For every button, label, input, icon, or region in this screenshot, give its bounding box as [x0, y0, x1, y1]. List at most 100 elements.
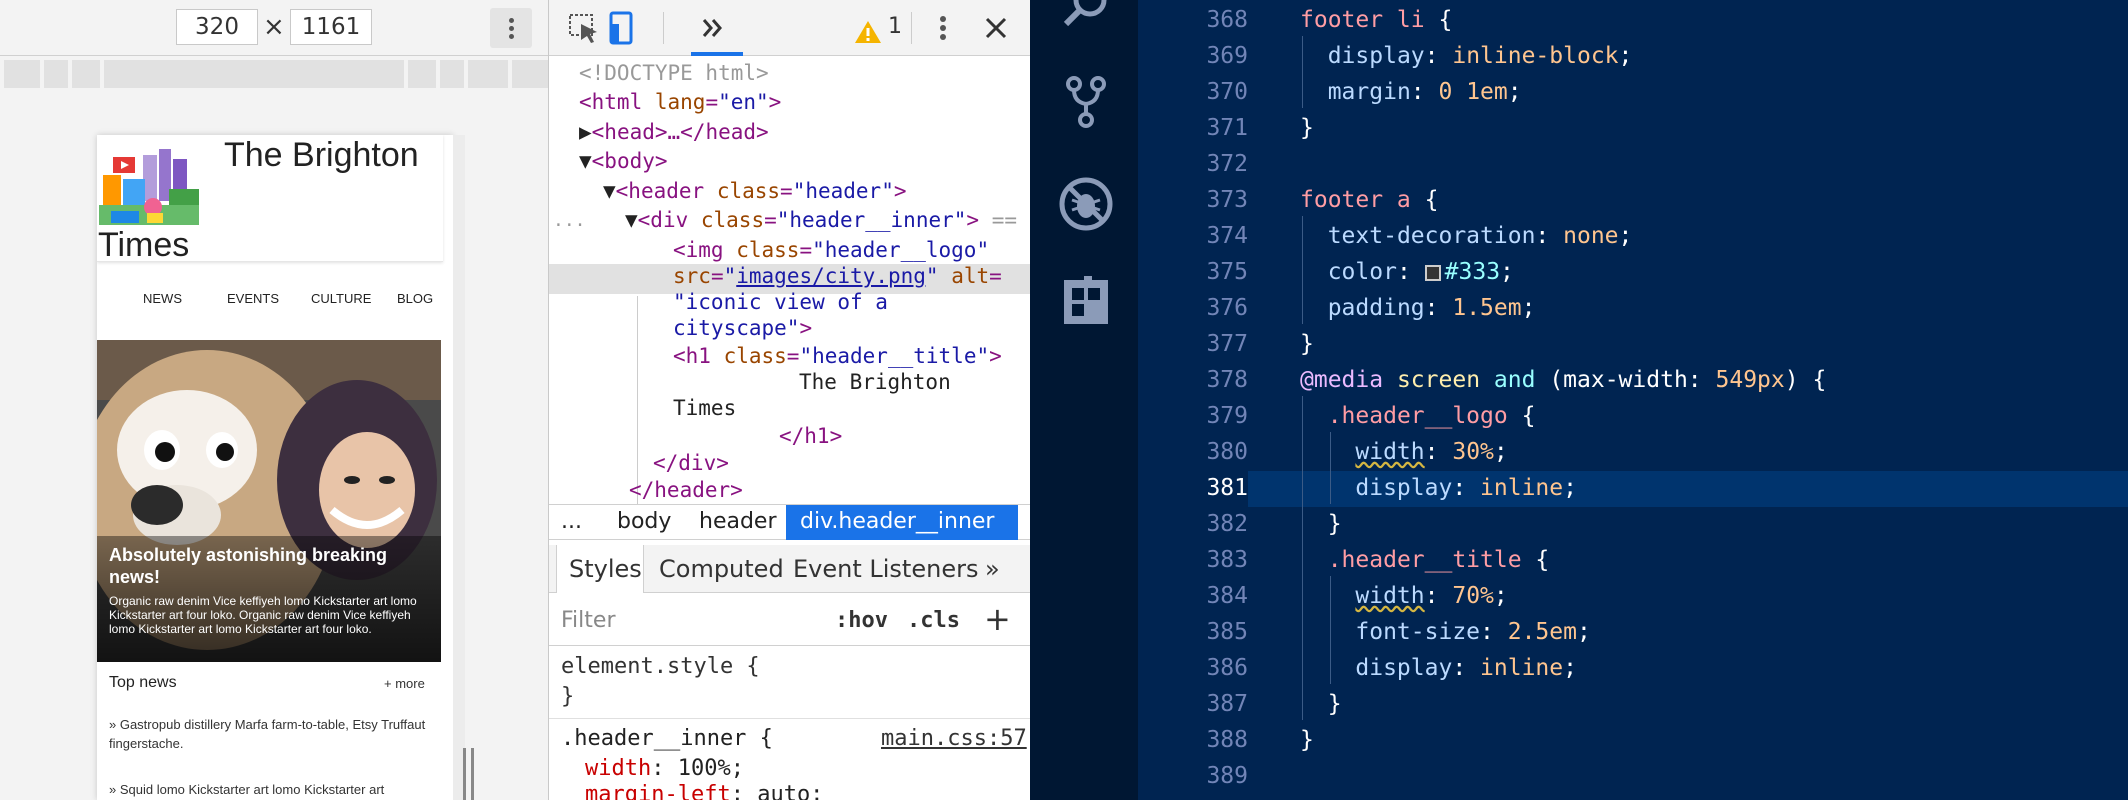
- news-list-item[interactable]: » Squid lomo Kickstarter art lomo Kickst…: [109, 780, 429, 799]
- breadcrumb-header-inner[interactable]: div.header__inner: [786, 505, 1018, 540]
- more-tabs-icon[interactable]: [699, 10, 729, 46]
- extensions-icon[interactable]: [1058, 274, 1114, 330]
- code-line-379[interactable]: .header__logo {: [1300, 398, 1536, 434]
- node-actions-ellipsis[interactable]: ...: [553, 206, 586, 236]
- media-query-bar[interactable]: [0, 58, 548, 92]
- media-query-segment[interactable]: [408, 60, 436, 88]
- height-input[interactable]: 1161: [290, 9, 372, 45]
- dom-node-head[interactable]: ▶<head>…</head>: [579, 118, 769, 148]
- code-editor[interactable]: footer li { display: inline-block; margi…: [1248, 0, 2128, 800]
- search-icon[interactable]: [1058, 0, 1114, 34]
- close-icon[interactable]: [981, 10, 1011, 46]
- property-name[interactable]: width: [585, 756, 651, 781]
- news-list-item[interactable]: » Gastropub distillery Marfa farm-to-tab…: [109, 715, 429, 753]
- more-news-link[interactable]: + more: [384, 676, 425, 691]
- nav-item-blog[interactable]: BLOG: [397, 291, 433, 306]
- inspect-element-icon[interactable]: [567, 10, 601, 46]
- code-line-384[interactable]: width: 70%;: [1300, 578, 1507, 614]
- preview-scrollbar[interactable]: [453, 135, 465, 800]
- dom-text-node[interactable]: Times: [673, 394, 736, 424]
- property-name[interactable]: margin-left: [585, 782, 731, 800]
- nav-item-events[interactable]: EVENTS: [227, 291, 279, 306]
- dom-node-img-alt-end[interactable]: cityscape">: [673, 314, 812, 344]
- code-line-385[interactable]: font-size: 2.5em;: [1300, 614, 1590, 650]
- width-input[interactable]: 320: [176, 9, 258, 45]
- tab-event-listeners[interactable]: Event Listeners: [793, 555, 978, 583]
- css-value: 70%: [1452, 583, 1494, 609]
- device-options-button[interactable]: [490, 8, 532, 48]
- media-query-segment[interactable]: [72, 60, 100, 88]
- debug-icon[interactable]: [1058, 176, 1114, 232]
- media-query-segment[interactable]: [104, 60, 404, 88]
- code-line-386[interactable]: display: inline;: [1300, 650, 1577, 686]
- breadcrumb-header[interactable]: header: [699, 509, 777, 534]
- breadcrumb-body[interactable]: body: [617, 509, 671, 534]
- collapse-triangle-icon[interactable]: ▼: [603, 179, 616, 203]
- class-toggle-button[interactable]: .cls: [907, 608, 960, 633]
- code-line-371[interactable]: }: [1300, 110, 1314, 146]
- hover-state-button[interactable]: :hov: [835, 608, 888, 633]
- collapse-triangle-icon[interactable]: ▼: [625, 208, 638, 232]
- style-property[interactable]: margin-left: auto;: [585, 780, 823, 800]
- device-toolbar-icon[interactable]: [607, 10, 641, 46]
- code-line-370[interactable]: margin: 0 1em;: [1300, 74, 1522, 110]
- element-style-selector[interactable]: element.style {: [561, 652, 760, 682]
- dom-text-node[interactable]: The Brighton: [799, 368, 951, 398]
- scrollbar-grip[interactable]: [463, 748, 466, 800]
- property-value[interactable]: 100%;: [678, 756, 744, 781]
- warning-count[interactable]: 1: [888, 14, 902, 39]
- code-line-375[interactable]: color: #333;: [1300, 254, 1514, 290]
- dom-node-header[interactable]: ▼<header class="header">: [603, 177, 907, 207]
- code-line-374[interactable]: text-decoration: none;: [1300, 218, 1633, 254]
- kebab-dot: [508, 34, 514, 39]
- new-style-rule-button[interactable]: +: [984, 600, 1011, 638]
- at-rule: @media: [1300, 367, 1384, 393]
- code-line-382[interactable]: }: [1300, 506, 1342, 542]
- breadcrumb-ellipsis[interactable]: ...: [561, 509, 582, 534]
- code-line-368[interactable]: footer li {: [1300, 2, 1452, 38]
- dom-close-header[interactable]: </header>: [629, 476, 743, 504]
- tab-styles[interactable]: Styles: [569, 555, 642, 583]
- hero-image[interactable]: Absolutely astonishing breaking news! Or…: [97, 340, 441, 662]
- media-query-segment[interactable]: [440, 60, 464, 88]
- dom-close-div[interactable]: </div>: [653, 449, 729, 479]
- css-value: 2.5em: [1507, 619, 1577, 645]
- code-line-369[interactable]: display: inline-block;: [1300, 38, 1633, 74]
- nav-item-culture[interactable]: CULTURE: [311, 291, 371, 306]
- dom-doctype[interactable]: <!DOCTYPE html>: [579, 59, 769, 89]
- source-control-icon[interactable]: [1058, 74, 1114, 130]
- code-line-388[interactable]: }: [1300, 722, 1314, 758]
- code-line-377[interactable]: }: [1300, 326, 1314, 362]
- media-query-segment[interactable]: [468, 60, 508, 88]
- dom-node-body[interactable]: ▼<body>: [579, 147, 668, 177]
- kebab-menu-icon[interactable]: [933, 10, 953, 46]
- media-query-segment[interactable]: [4, 60, 40, 88]
- warning-icon[interactable]: [854, 14, 882, 50]
- property-value[interactable]: auto;: [757, 782, 823, 800]
- code-line-373[interactable]: footer a {: [1300, 182, 1438, 218]
- styles-rules-pane: element.style { } .header__inner { main.…: [549, 648, 1030, 800]
- dom-node-header-inner[interactable]: ▼<div class="header__inner"> ==: [625, 206, 1017, 236]
- code-line-378[interactable]: @media screen and (max-width: 549px) {: [1300, 362, 1826, 398]
- code-line-387[interactable]: }: [1300, 686, 1342, 722]
- color-swatch[interactable]: [1424, 265, 1441, 281]
- expand-triangle-icon[interactable]: ▶: [579, 120, 592, 144]
- nav-item-news[interactable]: NEWS: [143, 291, 182, 306]
- code-line-380[interactable]: width: 30%;: [1300, 434, 1507, 470]
- code-line-383[interactable]: .header__title {: [1300, 542, 1550, 578]
- rule-selector[interactable]: .header__inner {: [561, 724, 773, 754]
- dom-node-html[interactable]: <html lang="en">: [579, 88, 781, 118]
- rule-source-link[interactable]: main.css:57: [881, 724, 1027, 754]
- more-subtabs-icon[interactable]: »: [985, 555, 1000, 583]
- code-line-381[interactable]: display: inline;: [1300, 470, 1577, 506]
- dom-close-h1[interactable]: </h1>: [779, 422, 842, 452]
- media-query-segment[interactable]: [512, 60, 548, 88]
- code-line-376[interactable]: padding: 1.5em;: [1300, 290, 1536, 326]
- tab-computed[interactable]: Computed: [659, 555, 784, 583]
- city-icon: [99, 149, 199, 225]
- media-query-segment[interactable]: [44, 60, 68, 88]
- filter-input[interactable]: Filter: [561, 608, 615, 633]
- scrollbar-grip[interactable]: [471, 748, 474, 800]
- hero-title[interactable]: Absolutely astonishing breaking news!: [109, 544, 433, 588]
- collapse-triangle-icon[interactable]: ▼: [579, 149, 592, 173]
